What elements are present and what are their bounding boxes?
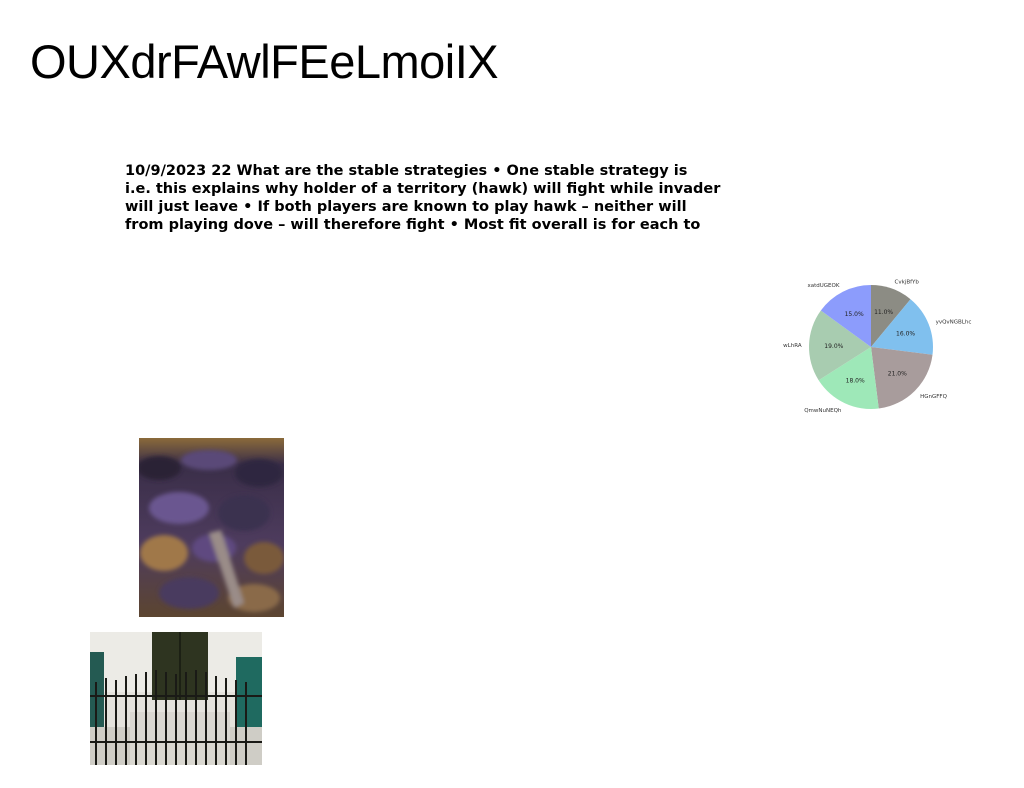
pie-slice-percent-label: 19.0% [824, 343, 843, 350]
pie-category-label: wLhRA [783, 343, 802, 349]
slide-title: OUXdrFAwlFEeLmoiIX [30, 35, 499, 88]
body-line: i.e. this explains why holder of a terri… [125, 181, 721, 197]
pie-chart-svg: 11.0% CvkjBfYb 16.0% yvQvNGBLhc 21.0% HGnGFFQ… [783, 280, 972, 414]
leaves-photo [139, 438, 284, 617]
leaves-photo-image [139, 438, 284, 617]
gate-photo [90, 632, 262, 765]
slide-body-text: 10/9/2023 22 What are the stable strateg… [125, 162, 745, 234]
body-line: from playing dove – will therefore fight… [125, 217, 701, 233]
body-line: will just leave • If both players are kn… [125, 199, 687, 215]
pie-slice-percent-label: 11.0% [874, 309, 893, 316]
pie-slice-percent-label: 18.0% [846, 378, 865, 385]
pie-slice-percent-label: 16.0% [896, 330, 915, 337]
pie-category-label: xatdUGEOK [807, 283, 839, 289]
body-line: 10/9/2023 22 What are the stable strateg… [125, 163, 688, 179]
pie-chart: 11.0% CvkjBfYb 16.0% yvQvNGBLhc 21.0% HGnGFFQ… [778, 256, 978, 436]
pie-category-label: yvQvNGBLhc [936, 319, 972, 325]
gate-photo-image [90, 632, 262, 765]
pie-category-label: HGnGFFQ [920, 394, 947, 400]
pie-slice-percent-label: 15.0% [845, 311, 864, 318]
pie-slice-percent-label: 21.0% [888, 370, 907, 377]
pie-category-label: CvkjBfYb [895, 280, 920, 286]
pie-category-label: QmwNuNEQh [804, 408, 842, 414]
